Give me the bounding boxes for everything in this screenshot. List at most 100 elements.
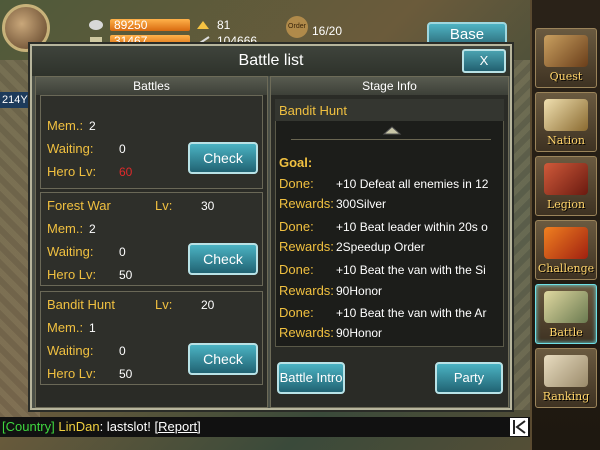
stage-info-header: Stage Info — [271, 77, 508, 95]
rewards-text: 90Honor — [336, 326, 383, 340]
goal-reward-row: Rewards: 2Speedup Order — [279, 239, 505, 254]
menu-battle[interactable]: Battle — [535, 284, 597, 344]
chat-message: : lastslot! — [99, 419, 151, 434]
battle-name: Bandit Hunt — [47, 297, 115, 312]
scroll-up-arrow-icon[interactable] — [382, 125, 402, 135]
waiting-label: Waiting: — [47, 343, 94, 358]
menu-label: Legion — [546, 198, 586, 211]
hero-lv-value: 50 — [119, 268, 133, 282]
hero-lv-value: 50 — [119, 367, 133, 381]
top-resource-bar: 89250 31467 81 104666 Order 16/20 Base — [0, 0, 530, 52]
hero-lv-label: Hero Lv: — [47, 366, 97, 381]
hero-lv-label: Hero Lv: — [47, 164, 97, 179]
rewards-text: 90Honor — [336, 284, 383, 298]
chat-collapse-icon[interactable] — [510, 418, 528, 436]
mem-label: Mem.: — [47, 320, 84, 335]
hero-lv-label: Hero Lv: — [47, 267, 97, 282]
side-menu: Quest Nation Legion Challenge Battle Ran… — [530, 0, 600, 450]
goal-done-row: Done: +10 Beat the van with the Si — [279, 262, 505, 277]
gold-resource: 81 — [195, 18, 230, 32]
goal-label: Goal: — [279, 155, 313, 170]
silver-value: 89250 — [110, 18, 190, 32]
done-text: +10 Beat leader within 20s o — [336, 220, 488, 234]
done-text: +10 Beat the van with the Si — [336, 263, 486, 277]
gold-value: 81 — [217, 18, 231, 32]
battle-card: Bandit Hunt Lv: 20 Mem.: 1 Waiting: 0 He… — [40, 291, 263, 385]
nation-icon — [544, 99, 588, 131]
goal-reward-row: Rewards: 90Honor — [279, 283, 505, 298]
menu-label: Battle — [549, 326, 583, 339]
check-button[interactable]: Check — [188, 243, 258, 275]
dialog-title: Battle list — [32, 46, 510, 76]
mem-value: 1 — [89, 321, 96, 335]
menu-challenge[interactable]: Challenge — [535, 220, 597, 280]
battle-intro-button[interactable]: Battle Intro — [277, 362, 345, 394]
menu-nation[interactable]: Nation — [535, 92, 597, 152]
goal-done-row: Done: +10 Defeat all enemies in 12 — [279, 176, 505, 191]
check-button[interactable]: Check — [188, 343, 258, 375]
hero-lv-value: 60 — [119, 165, 133, 179]
scroll-icon — [544, 355, 588, 387]
waiting-value: 0 — [119, 344, 126, 358]
goal-reward-row: Rewards: 90Honor — [279, 325, 505, 340]
rewards-label: Rewards: — [279, 239, 334, 254]
done-label: Done: — [279, 176, 314, 191]
goal-reward-row: Rewards: 300Silver — [279, 196, 505, 211]
battle-list-dialog: Battle list X Battles Mem.: 2 Waiting: 0… — [30, 44, 512, 410]
chat-channel[interactable]: [Country] — [2, 419, 55, 434]
menu-ranking[interactable]: Ranking — [535, 348, 597, 408]
mem-value: 2 — [89, 222, 96, 236]
challenge-icon — [544, 227, 588, 259]
waiting-value: 0 — [119, 245, 126, 259]
lv-label: Lv: — [155, 198, 173, 213]
chat-user[interactable]: LinDan — [58, 419, 99, 434]
mem-label: Mem.: — [47, 118, 84, 133]
party-button[interactable]: Party — [435, 362, 503, 394]
battles-header: Battles — [36, 77, 267, 95]
waiting-value: 0 — [119, 142, 126, 156]
game-screen: 89250 31467 81 104666 Order 16/20 Base 2… — [0, 0, 600, 450]
mem-value: 2 — [89, 119, 96, 133]
waiting-label: Waiting: — [47, 244, 94, 259]
waiting-label: Waiting: — [47, 141, 94, 156]
rewards-label: Rewards: — [279, 196, 334, 211]
report-link[interactable]: [Report] — [155, 419, 201, 434]
stage-info-panel: Stage Info Bandit Hunt Goal: Done: +10 De… — [270, 76, 509, 408]
done-label: Done: — [279, 262, 314, 277]
stage-name: Bandit Hunt — [279, 103, 347, 118]
menu-quest[interactable]: Quest — [535, 28, 597, 88]
goal-done-row: Done: +10 Beat leader within 20s o — [279, 219, 505, 234]
menu-label: Quest — [549, 70, 583, 83]
quest-icon — [544, 35, 588, 67]
silver-resource: 89250 — [88, 18, 190, 32]
done-text: +10 Defeat all enemies in 12 — [336, 177, 489, 191]
rewards-text: 300Silver — [336, 197, 387, 211]
done-label: Done: — [279, 305, 314, 320]
lv-value: 30 — [201, 199, 215, 213]
gold-icon — [195, 19, 211, 31]
mem-label: Mem.: — [47, 221, 84, 236]
menu-legion[interactable]: Legion — [535, 156, 597, 216]
rewards-label: Rewards: — [279, 325, 334, 340]
lv-value: 20 — [201, 298, 215, 312]
close-button[interactable]: X — [462, 49, 506, 73]
menu-label: Nation — [547, 134, 585, 147]
rewards-text: 2Speedup Order — [336, 240, 425, 254]
battles-panel[interactable]: Battles Mem.: 2 Waiting: 0 Hero Lv: 60 C… — [35, 76, 268, 408]
chat-bar: [Country] LinDan: lastslot! [Report] — [0, 417, 530, 437]
side-number-tag: 214Y — [0, 92, 32, 108]
battle-name: Forest War — [47, 198, 111, 213]
lv-label: Lv: — [155, 297, 173, 312]
goal-done-row: Done: +10 Beat the van with the Ar — [279, 305, 505, 320]
crossed-axes-icon — [544, 291, 588, 323]
stage-divider — [291, 139, 491, 140]
silver-icon — [88, 19, 104, 31]
battle-card: Mem.: 2 Waiting: 0 Hero Lv: 60 Check — [40, 95, 263, 189]
order-icon: Order — [286, 16, 308, 38]
menu-label: Challenge — [537, 262, 595, 275]
done-text: +10 Beat the van with the Ar — [336, 306, 487, 320]
done-label: Done: — [279, 219, 314, 234]
battle-card: Forest War Lv: 30 Mem.: 2 Waiting: 0 Her… — [40, 192, 263, 286]
rewards-label: Rewards: — [279, 283, 334, 298]
check-button[interactable]: Check — [188, 142, 258, 174]
